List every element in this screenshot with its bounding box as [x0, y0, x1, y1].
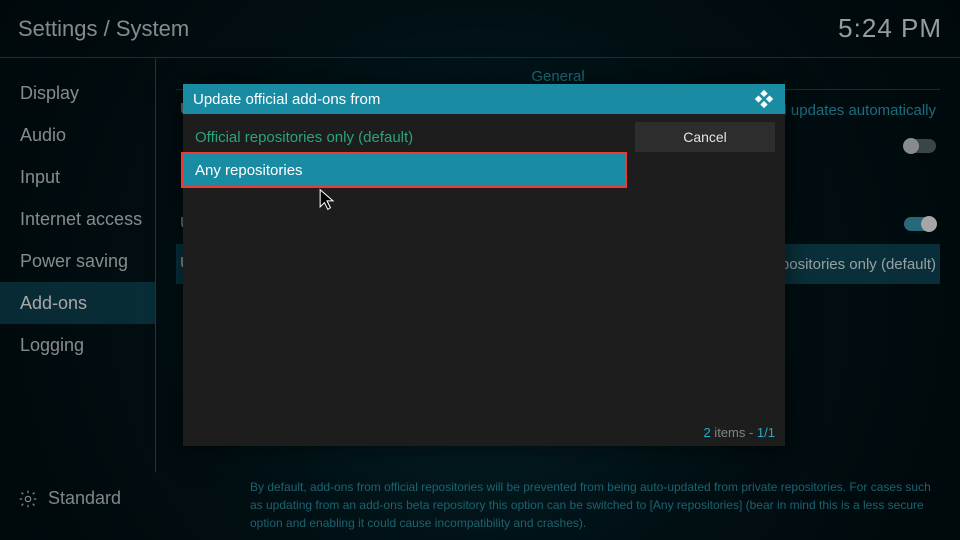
modal-body: Official repositories only (default) Any… [183, 114, 785, 425]
modal-items-word: items - [711, 425, 757, 440]
cancel-button[interactable]: Cancel [635, 122, 775, 152]
kodi-logo-icon [753, 88, 775, 110]
option-any-repositories[interactable]: Any repositories [181, 152, 627, 188]
modal-actions: Cancel [625, 114, 785, 425]
modal-update-official: Update official add-ons from Official re… [183, 84, 785, 446]
modal-page: 1/1 [757, 425, 775, 440]
option-official-repositories[interactable]: Official repositories only (default) [183, 120, 625, 154]
modal-title: Update official add-ons from [193, 91, 380, 108]
modal-options: Official repositories only (default) Any… [183, 114, 625, 425]
modal-item-count: 2 [703, 425, 710, 440]
modal-header: Update official add-ons from [183, 84, 785, 114]
modal-footer: 2 items - 1/1 [183, 425, 785, 446]
